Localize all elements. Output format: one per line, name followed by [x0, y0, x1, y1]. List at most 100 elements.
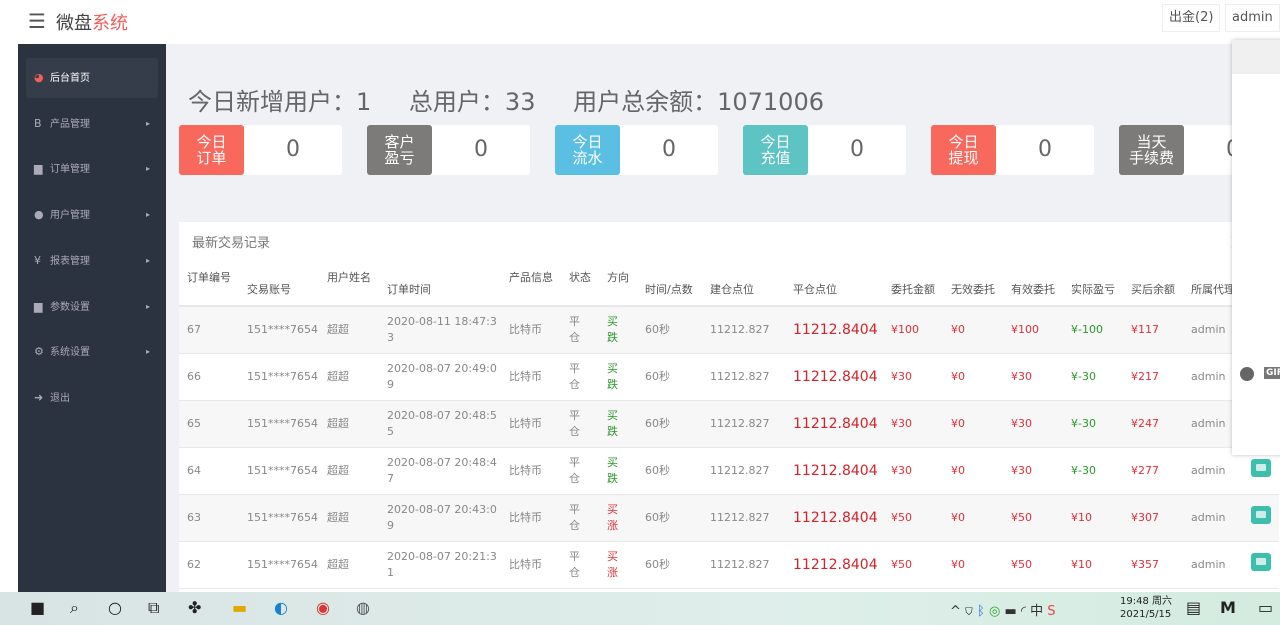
table-cell: 买跌	[599, 306, 637, 354]
app-m-icon[interactable]: M	[1220, 598, 1236, 617]
table-cell: 11212.8404	[785, 447, 883, 495]
sidebar-item-7[interactable]: ➜ 退出	[26, 378, 158, 418]
sidebar-item-1[interactable]: B 产品管理 ▸	[26, 104, 158, 144]
app-icon[interactable]: ✤	[188, 598, 201, 617]
chevron-up-icon[interactable]: ^	[950, 604, 961, 619]
sidebar-item-4[interactable]: ¥ 报表管理 ▸	[26, 241, 158, 281]
browser-icon[interactable]: ◍	[356, 598, 370, 617]
table-cell: ¥277	[1123, 447, 1183, 495]
gif-button[interactable]: GIF	[1264, 367, 1280, 379]
edge-icon[interactable]: ◐	[274, 598, 288, 617]
windows-start-icon[interactable]: ■	[30, 598, 45, 617]
table-cell: 比特币	[501, 400, 561, 448]
table-cell: 2020-08-07 20:48:47	[379, 447, 501, 495]
table-cell: ¥307	[1123, 494, 1183, 542]
bitcoin-icon: B	[34, 116, 42, 130]
file-explorer-icon[interactable]: ▬	[232, 598, 247, 617]
stat-card-value: 0	[474, 137, 488, 162]
notification-app-icon[interactable]: ▤	[1186, 598, 1201, 617]
table-cell: 11212.827	[702, 400, 785, 448]
stat-card-value: 0	[662, 137, 676, 162]
trades-table: 订单编号 交易账号 用户姓名 订单时间 产品信息 状态 方向 时间/点数 建仓点位 平仓点位 委托金…	[179, 258, 1279, 589]
label-line: 充值	[760, 149, 791, 167]
stat-card-label: 当天 手续费	[1119, 125, 1184, 175]
sidebar-item-5[interactable]: ▆ 参数设置 ▸	[26, 287, 158, 327]
label-line: 流水	[572, 149, 603, 167]
action-cell	[1243, 494, 1279, 542]
emoji-icon[interactable]	[1240, 367, 1254, 381]
table-cell: 超超	[319, 353, 379, 401]
clock[interactable]: 19:48 周六 2021/5/15	[1120, 595, 1172, 621]
table-cell: ¥30	[1003, 400, 1063, 448]
sidebar-item-2[interactable]: ▆ 订单管理 ▸	[26, 149, 158, 189]
table-cell: admin	[1183, 494, 1243, 542]
table-cell: 151****7654	[239, 447, 319, 495]
table-cell: 2020-08-11 18:47:33	[379, 306, 501, 354]
shield-icon[interactable]: ⛉	[965, 604, 973, 619]
sync-icon[interactable]: ◎	[989, 604, 1000, 619]
sidebar-item-label: 报表管理	[50, 255, 90, 267]
table-cell: 超超	[319, 494, 379, 542]
table-cell: 买涨	[599, 541, 637, 589]
table-cell: 60秒	[637, 353, 702, 401]
table-cell: 60秒	[637, 494, 702, 542]
message-button[interactable]	[1251, 459, 1271, 477]
label-line: 手续费	[1128, 149, 1174, 167]
table-cell: 超超	[319, 306, 379, 354]
table-cell: ¥50	[883, 541, 943, 589]
column-header: 无效委托	[943, 258, 1003, 307]
sidebar-item-label: 用户管理	[50, 210, 90, 222]
table-cell: 平仓	[561, 541, 599, 589]
user-menu[interactable]: admin ▾	[1225, 4, 1280, 51]
sogou-icon[interactable]: S	[1047, 604, 1055, 619]
sidebar-item-0[interactable]: ◕ 后台首页	[26, 58, 158, 98]
column-header: 建仓点位	[702, 258, 785, 307]
label-line: 客户	[384, 133, 415, 151]
table-cell: 60秒	[637, 447, 702, 495]
table-cell: ¥117	[1123, 306, 1183, 354]
sidebar-item-6[interactable]: ⚙ 系统设置 ▸	[26, 332, 158, 372]
message-button[interactable]	[1251, 506, 1271, 524]
table-cell: 11212.827	[702, 353, 785, 401]
message-button[interactable]	[1251, 553, 1271, 571]
table-cell: ¥-30	[1063, 447, 1123, 495]
new-users-stat: 今日新增用户：1	[188, 88, 372, 116]
action-cell	[1243, 541, 1279, 589]
table-cell: 平仓	[561, 494, 599, 542]
table-cell: 64	[179, 447, 239, 495]
table-cell: 11212.827	[702, 306, 785, 354]
stat-card-label: 今日 订单	[179, 125, 244, 175]
sidebar-item-label: 后台首页	[50, 73, 90, 84]
hamburger-menu-icon[interactable]: ☰	[28, 9, 46, 33]
sidebar-item-label: 系统设置	[50, 347, 90, 359]
bluetooth-icon[interactable]: ᛒ	[977, 604, 985, 619]
column-header: 平仓点位	[785, 258, 883, 307]
column-header: 用户姓名	[319, 258, 379, 307]
wifi-icon[interactable]: ◜	[1021, 604, 1026, 619]
table-cell: 11212.8404	[785, 353, 883, 401]
table-cell: 65	[179, 400, 239, 448]
withdraw-button[interactable]: 出金(2)	[1162, 4, 1221, 32]
dashboard-icon: ◕	[34, 71, 44, 84]
battery-icon[interactable]: ▬	[1004, 604, 1016, 619]
chevron-right-icon: ▸	[145, 347, 150, 357]
cortana-icon[interactable]: ○	[108, 598, 122, 617]
table-cell: ¥30	[883, 353, 943, 401]
table-cell: ¥0	[943, 400, 1003, 448]
stat-card-label: 客户 盈亏	[367, 125, 432, 175]
sidebar-item-3[interactable]: ● 用户管理 ▸	[26, 195, 158, 235]
table-cell: 平仓	[561, 353, 599, 401]
ime-indicator[interactable]: 中	[1030, 604, 1043, 619]
chrome-icon[interactable]: ◉	[316, 598, 330, 617]
table-cell: ¥0	[943, 447, 1003, 495]
table-cell: 11212.827	[702, 447, 785, 495]
label-line: 当天	[1136, 133, 1167, 151]
column-header: 订单编号	[179, 258, 239, 307]
sidebar-item-label: 退出	[50, 392, 70, 404]
search-icon[interactable]: ⌕	[70, 598, 79, 618]
system-tray: ^ ⛉ ᛒ ◎ ▬ ◜ 中 S	[950, 600, 1055, 619]
task-view-icon[interactable]: ⧉	[148, 598, 159, 618]
action-center-icon[interactable]: ▭	[1258, 598, 1273, 617]
gears-icon: ⚙	[34, 345, 44, 359]
table-cell: 比特币	[501, 541, 561, 589]
